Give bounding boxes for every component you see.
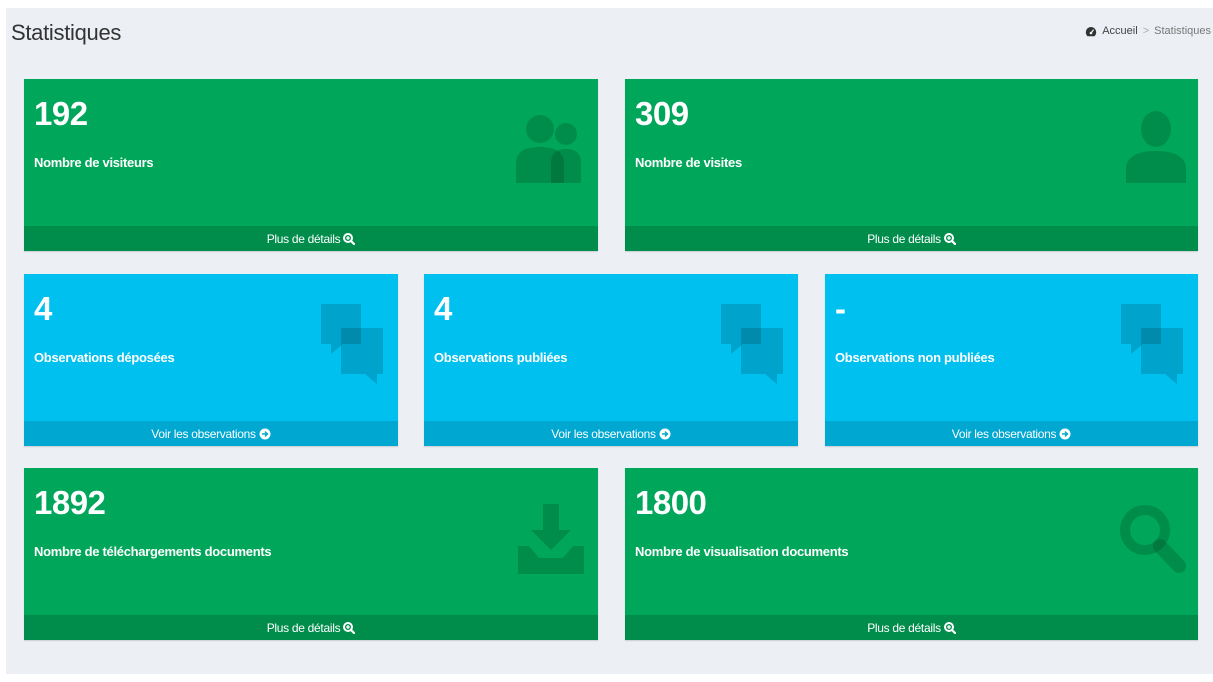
breadcrumb-home-link[interactable]: Accueil: [1102, 25, 1137, 37]
zoom-in-icon: [343, 232, 356, 245]
footer-label: Plus de détails: [266, 620, 341, 635]
details-link[interactable]: Plus de détails: [24, 615, 598, 640]
stat-value: 1892: [34, 484, 106, 521]
details-link[interactable]: Plus de détails: [625, 615, 1198, 640]
breadcrumb-current: Statistiques: [1154, 25, 1211, 37]
footer-label: Voir les observations: [551, 426, 656, 441]
footer-label: Plus de détails: [867, 231, 941, 246]
users-icon: [516, 115, 581, 183]
stat-label: Nombre de visualisation documents: [635, 544, 849, 559]
stat-value: 4: [34, 290, 52, 327]
footer-label: Voir les observations: [951, 426, 1057, 441]
view-observations-link[interactable]: Voir les observations: [825, 421, 1198, 446]
download-icon: [518, 504, 584, 574]
stat-box-downloads: 1892 Nombre de téléchargements documents…: [24, 468, 598, 640]
zoom-in-icon: [943, 232, 956, 245]
stat-box-observations-unpublished: - Observations non publiées Voir les obs…: [825, 274, 1198, 446]
view-observations-link[interactable]: Voir les observations: [424, 421, 798, 446]
stat-label: Nombre de visites: [635, 155, 742, 170]
stat-label: Observations publiées: [434, 350, 568, 365]
stat-label: Nombre de téléchargements documents: [34, 544, 272, 559]
details-link[interactable]: Plus de détails: [625, 226, 1198, 251]
details-link[interactable]: Plus de détails: [24, 226, 598, 251]
footer-label: Plus de détails: [266, 231, 341, 246]
stat-box-visitors: 192 Nombre de visiteurs Plus de détails: [24, 79, 598, 251]
page-title: Statistiques: [11, 20, 122, 45]
view-observations-link[interactable]: Voir les observations: [24, 421, 398, 446]
dashboard-icon: [1086, 26, 1097, 36]
stat-value: -: [835, 290, 846, 327]
stat-label: Nombre de visiteurs: [34, 155, 154, 170]
stat-value: 4: [434, 290, 452, 327]
content-area: Statistiques Accueil > Statistiques 192 …: [6, 8, 1213, 674]
breadcrumb-separator: >: [1142, 25, 1150, 37]
search-icon: [1120, 505, 1186, 573]
breadcrumb: Accueil > Statistiques: [1085, 25, 1211, 37]
comments-icon: [321, 304, 383, 384]
arrow-circle-right-icon: [1059, 428, 1071, 439]
stat-value: 192: [34, 95, 88, 132]
stat-box-observations-deposited: 4 Observations déposées Voir les observa…: [24, 274, 398, 446]
stat-box-document-views: 1800 Nombre de visualisation documents P…: [625, 468, 1198, 640]
stat-label: Observations non publiées: [835, 350, 995, 365]
arrow-circle-right-icon: [659, 428, 671, 439]
stat-value: 309: [635, 95, 689, 132]
zoom-in-icon: [943, 621, 956, 634]
footer-label: Plus de détails: [867, 620, 941, 635]
stat-box-visits: 309 Nombre de visites Plus de détails: [625, 79, 1198, 251]
comments-icon: [1121, 304, 1183, 384]
arrow-circle-right-icon: [259, 428, 271, 439]
footer-label: Voir les observations: [151, 426, 256, 441]
user-icon: [1126, 111, 1186, 183]
comments-icon: [721, 304, 783, 384]
zoom-in-icon: [343, 621, 356, 634]
stat-label: Observations déposées: [34, 350, 175, 365]
stat-box-observations-published: 4 Observations publiées Voir les observa…: [424, 274, 798, 446]
stat-value: 1800: [635, 484, 707, 521]
